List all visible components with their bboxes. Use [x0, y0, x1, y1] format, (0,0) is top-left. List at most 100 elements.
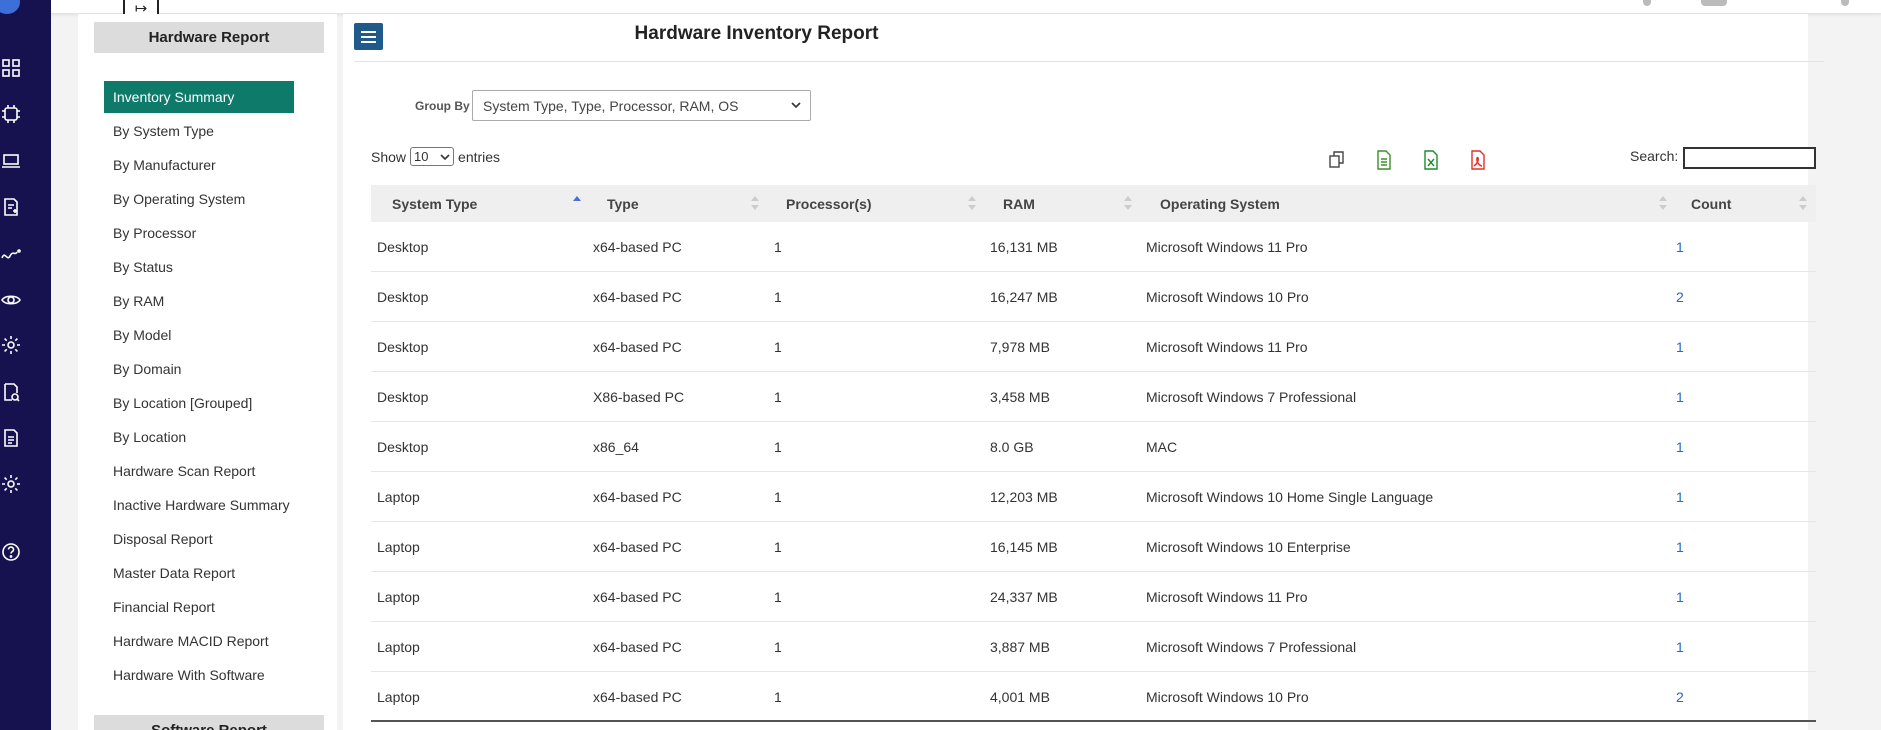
chevron-down-icon — [440, 154, 450, 161]
copy-button[interactable] — [1327, 149, 1347, 171]
trend-icon[interactable] — [0, 243, 22, 265]
group-by-value: System Type, Type, Processor, RAM, OS — [483, 97, 739, 114]
table-row: Laptop x64-based PC 1 12,203 MB Microsof… — [371, 472, 1816, 522]
sort-icon[interactable] — [751, 195, 759, 211]
cell-type: x64-based PC — [593, 639, 682, 655]
sort-icon[interactable] — [1124, 195, 1132, 211]
cell-operating-system: Microsoft Windows 10 Pro — [1146, 689, 1309, 705]
cell-system-type: Desktop — [377, 389, 429, 405]
cell-processors: 1 — [774, 539, 782, 555]
cell-count-link[interactable]: 2 — [1676, 672, 1684, 722]
chip-icon[interactable] — [0, 103, 22, 125]
sidebar-item-by-ram[interactable]: By RAM — [104, 285, 294, 317]
sidebar-item-hardware-scan-report[interactable]: Hardware Scan Report — [104, 455, 294, 487]
sort-ascending-icon[interactable] — [573, 195, 581, 211]
sidebar-item-hardware-macid-report[interactable]: Hardware MACID Report — [104, 625, 294, 657]
cell-count-link[interactable]: 1 — [1676, 322, 1684, 372]
show-label: Show — [371, 148, 407, 165]
cell-count-link[interactable]: 1 — [1676, 622, 1684, 672]
sidebar-item-hardware-with-software[interactable]: Hardware With Software — [104, 659, 294, 691]
table-row: Desktop X86-based PC 1 3,458 MB Microsof… — [371, 372, 1816, 422]
sidebar-item-inactive-hardware-summary[interactable]: Inactive Hardware Summary — [104, 489, 294, 521]
group-by-select[interactable]: System Type, Type, Processor, RAM, OS — [472, 90, 811, 121]
sidebar-item-by-status[interactable]: By Status — [104, 251, 294, 283]
sort-icon[interactable] — [968, 195, 976, 211]
document-icon[interactable] — [0, 427, 22, 449]
sidebar-item-financial-report[interactable]: Financial Report — [104, 591, 294, 623]
table-header: System Type Type Processor(s) RAM Operat… — [371, 185, 1816, 222]
sidebar-item-disposal-report[interactable]: Disposal Report — [104, 523, 294, 555]
cell-count-link[interactable]: 1 — [1676, 572, 1684, 622]
cell-ram: 16,145 MB — [990, 539, 1058, 555]
cell-system-type: Desktop — [377, 289, 429, 305]
column-header-system-type[interactable]: System Type — [392, 185, 477, 222]
eye-icon[interactable] — [0, 289, 22, 311]
cell-operating-system: Microsoft Windows 10 Pro — [1146, 289, 1309, 305]
report-add-icon[interactable] — [0, 196, 22, 218]
sort-icon[interactable] — [1799, 195, 1807, 211]
group-by-label: Group By — [415, 99, 470, 113]
cell-processors: 1 — [774, 489, 782, 505]
help-icon[interactable] — [0, 541, 22, 563]
column-header-type[interactable]: Type — [607, 185, 639, 222]
cell-type: x64-based PC — [593, 539, 682, 555]
entries-length-control: Show 10 entries — [371, 147, 500, 166]
sidebar-item-by-location[interactable]: By Location — [104, 421, 294, 453]
cell-count-link[interactable]: 1 — [1676, 472, 1684, 522]
cell-ram: 3,458 MB — [990, 389, 1050, 405]
cell-operating-system: Microsoft Windows 10 Home Single Languag… — [1146, 489, 1434, 505]
sidebar-item-inventory-summary[interactable]: Inventory Summary — [104, 81, 294, 113]
report-sidebar: Hardware Report Inventory Summary By Sys… — [78, 14, 337, 730]
cell-operating-system: MAC — [1146, 439, 1178, 455]
top-avatar[interactable] — [1701, 0, 1727, 6]
sidebar-item-by-location-grouped[interactable]: By Location [Grouped] — [104, 387, 294, 419]
cell-count-link[interactable]: 2 — [1676, 272, 1684, 322]
sidebar-item-by-manufacturer[interactable]: By Manufacturer — [104, 149, 294, 181]
column-header-ram[interactable]: RAM — [1003, 185, 1035, 222]
cell-count-link[interactable]: 1 — [1676, 522, 1684, 572]
cell-type: x86_64 — [593, 439, 639, 455]
column-header-count[interactable]: Count — [1691, 185, 1731, 222]
sidebar-heading-software[interactable]: Software Report — [94, 715, 324, 730]
icon-rail — [0, 0, 51, 730]
sidebar-item-by-operating-system[interactable]: By Operating System — [104, 183, 294, 215]
table-row: Laptop x64-based PC 1 16,145 MB Microsof… — [371, 522, 1816, 572]
cell-count-link[interactable]: 1 — [1676, 372, 1684, 422]
top-control[interactable] — [1643, 0, 1651, 6]
cell-count-link[interactable]: 1 — [1676, 222, 1684, 272]
cell-system-type: Laptop — [377, 689, 420, 705]
sort-icon[interactable] — [1659, 195, 1667, 211]
cell-processors: 1 — [774, 689, 782, 705]
title-divider — [354, 61, 1824, 62]
csv-button[interactable] — [1374, 149, 1394, 171]
entries-select[interactable]: 10 — [410, 147, 455, 166]
page-title: Hardware Inventory Report — [634, 23, 879, 44]
top-menu[interactable] — [1841, 0, 1849, 6]
column-header-processors[interactable]: Processor(s) — [786, 185, 872, 222]
gear-icon[interactable] — [0, 334, 22, 356]
cell-system-type: Laptop — [377, 489, 420, 505]
sidebar-item-by-system-type[interactable]: By System Type — [104, 115, 294, 147]
settings-icon[interactable] — [0, 473, 22, 495]
cell-processors: 1 — [774, 589, 782, 605]
cell-operating-system: Microsoft Windows 10 Enterprise — [1146, 539, 1351, 555]
dashboard-icon[interactable] — [0, 57, 22, 79]
laptop-icon[interactable] — [0, 150, 22, 172]
excel-button[interactable] — [1421, 149, 1441, 171]
cell-ram: 12,203 MB — [990, 489, 1058, 505]
cell-type: x64-based PC — [593, 339, 682, 355]
sidebar-item-master-data-report[interactable]: Master Data Report — [104, 557, 294, 589]
search-input[interactable] — [1683, 147, 1816, 169]
cell-system-type: Laptop — [377, 539, 420, 555]
sidebar-item-by-processor[interactable]: By Processor — [104, 217, 294, 249]
sidebar-item-by-model[interactable]: By Model — [104, 319, 294, 351]
cell-count-link[interactable]: 1 — [1676, 422, 1684, 472]
sidebar-item-by-domain[interactable]: By Domain — [104, 353, 294, 385]
search-report-icon[interactable] — [0, 381, 22, 403]
cell-operating-system: Microsoft Windows 7 Professional — [1146, 389, 1357, 405]
cell-system-type: Laptop — [377, 639, 420, 655]
pdf-button[interactable] — [1468, 149, 1488, 171]
top-bar — [51, 0, 1881, 14]
table-row: Desktop x86_64 1 8.0 GB MAC 1 — [371, 422, 1816, 472]
column-header-operating-system[interactable]: Operating System — [1160, 185, 1280, 222]
